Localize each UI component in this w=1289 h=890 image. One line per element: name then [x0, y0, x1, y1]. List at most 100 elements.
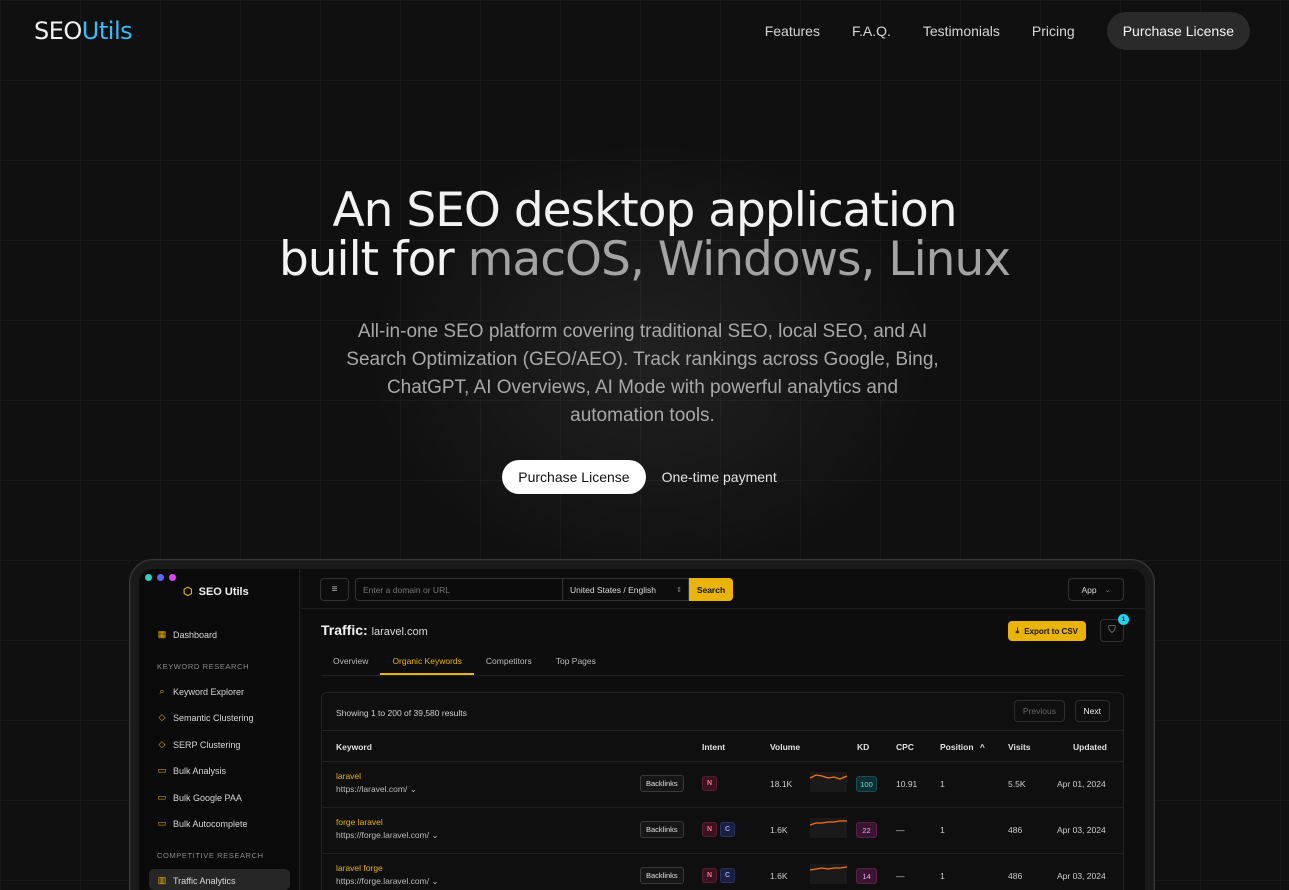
page-title-domain: laravel.com [371, 626, 428, 638]
logo[interactable]: SEOUtils [34, 17, 133, 45]
hero-title-line2-prefix: built for [278, 232, 468, 287]
search-icon: ⌕ [159, 686, 165, 696]
backlinks-button[interactable]: Backlinks [640, 821, 684, 838]
table-header: Keyword Intent Volume KD CPC Position ^ … [322, 730, 1123, 762]
filter-count-badge: 1 [1118, 614, 1129, 625]
keyword-url[interactable]: https://laravel.com/ ⌄ [336, 784, 417, 795]
position-value: 1 [940, 825, 945, 835]
intent-badge: N [702, 868, 717, 883]
sidebar-item-semantic-clustering[interactable]: ◇ Semantic Clustering [157, 712, 254, 723]
search-button[interactable]: Search [689, 578, 733, 601]
visits-value: 486 [1008, 825, 1023, 835]
nav-link-faq[interactable]: F.A.Q. [852, 23, 891, 39]
one-time-payment-note: One-time payment [661, 469, 777, 485]
keyword-url[interactable]: https://forge.laravel.com/ ⌄ [336, 876, 439, 887]
hero-title-line1: An SEO desktop application [332, 183, 957, 238]
col-updated[interactable]: Updated [1073, 742, 1107, 752]
hexagon-logo-icon: ⬡ [183, 586, 193, 598]
backlinks-button[interactable]: Backlinks [640, 867, 684, 884]
sidebar-item-label: Traffic Analytics [173, 875, 236, 886]
sidebar-item-label: Bulk Autocomplete [173, 818, 248, 829]
tab-organic-keywords[interactable]: Organic Keywords [380, 649, 474, 675]
export-csv-button[interactable]: ⤓ Export to CSV [1007, 621, 1086, 641]
col-cpc[interactable]: CPC [896, 742, 914, 752]
url-text: https://laravel.com/ [336, 784, 408, 794]
intent-badge: N [702, 822, 717, 837]
sidebar-item-label: Semantic Clustering [173, 712, 254, 723]
sidebar-item-serp-clustering[interactable]: ◇ SERP Clustering [157, 739, 241, 750]
sidebar-item-bulk-autocomplete[interactable]: ▭ Bulk Autocomplete [157, 818, 248, 829]
col-visits[interactable]: Visits [1008, 742, 1031, 752]
download-icon: ⤓ [1015, 626, 1020, 635]
keyword-link[interactable]: forge laravel [336, 817, 383, 827]
keyword-link[interactable]: laravel forge [336, 863, 383, 873]
tab-overview[interactable]: Overview [321, 649, 380, 675]
dashboard-icon: ▦ [157, 629, 167, 639]
app-brand-name: SEO Utils [198, 585, 249, 598]
chevron-updown-icon: ⇕ [676, 586, 682, 594]
sidebar-item-bulk-google-paa[interactable]: ▭ Bulk Google PAA [157, 792, 242, 803]
sort-up-icon: ^ [979, 742, 985, 752]
url-text: https://forge.laravel.com/ [336, 876, 430, 886]
table-row[interactable]: laravel https://laravel.com/ ⌄ Backlinks… [322, 762, 1123, 808]
tab-top-pages[interactable]: Top Pages [544, 649, 608, 675]
tag-icon: ◇ [158, 712, 166, 722]
traffic-tabs: Overview Organic Keywords Competitors To… [321, 649, 1124, 676]
menu-icon: ≡ [331, 584, 338, 595]
sidebar-section-competitive-research: COMPETITIVE RESEARCH [157, 851, 264, 860]
url-text: https://forge.laravel.com/ [336, 830, 430, 840]
updated-value: Apr 03, 2024 [1057, 871, 1106, 881]
nav-link-pricing[interactable]: Pricing [1032, 23, 1075, 39]
hero-purchase-button[interactable]: Purchase License [502, 460, 646, 494]
updated-value: Apr 03, 2024 [1057, 825, 1106, 835]
kd-badge: 100 [856, 776, 877, 792]
app-topbar: ≡ United States / English ⇕ Search App ⌄ [301, 569, 1145, 609]
col-intent[interactable]: Intent [702, 742, 725, 752]
col-volume[interactable]: Volume [770, 742, 800, 752]
cpc-value: — [896, 825, 905, 835]
app-menu-label: App [1081, 584, 1097, 595]
nav-link-features[interactable]: Features [765, 23, 820, 39]
keywords-table-card: Showing 1 to 200 of 39,580 results Previ… [321, 692, 1124, 890]
window-dot-3[interactable] [169, 574, 176, 581]
sidebar-item-label: Dashboard [173, 629, 218, 640]
hero-cta-row: Purchase License One-time payment [0, 460, 1289, 494]
col-kd[interactable]: KD [857, 742, 869, 752]
tag-icon: ◇ [158, 739, 166, 749]
nav-purchase-button[interactable]: Purchase License [1106, 12, 1250, 50]
keyword-url[interactable]: https://forge.laravel.com/ ⌄ [336, 830, 439, 841]
window-dot-1[interactable] [145, 574, 152, 581]
volume-value: 1.6K [770, 825, 788, 835]
table-row[interactable]: forge laravel https://forge.laravel.com/… [322, 808, 1123, 854]
locale-select[interactable]: United States / English ⇕ [563, 578, 689, 601]
sidebar-item-keyword-explorer[interactable]: ⌕ Keyword Explorer [157, 686, 244, 697]
backlinks-button[interactable]: Backlinks [640, 775, 684, 792]
nav-links: Features F.A.Q. Testimonials Pricing Pur… [765, 12, 1250, 50]
visits-value: 486 [1008, 871, 1023, 881]
intent-badge: C [720, 822, 735, 837]
nav-link-testimonials[interactable]: Testimonials [923, 23, 1000, 39]
page-title-prefix: Traffic: [321, 622, 368, 638]
tab-competitors[interactable]: Competitors [474, 649, 544, 675]
app-menu-button[interactable]: App ⌄ [1068, 578, 1124, 601]
volume-value: 18.1K [770, 779, 793, 789]
col-keyword[interactable]: Keyword [336, 742, 372, 752]
next-page-button[interactable]: Next [1074, 700, 1110, 722]
trend-sparkline [810, 818, 847, 838]
window-controls [145, 574, 181, 581]
export-csv-label: Export to CSV [1024, 626, 1078, 636]
chevron-down-icon: ⌄ [409, 784, 417, 794]
previous-page-button[interactable]: Previous [1013, 700, 1065, 722]
domain-search-input[interactable] [355, 578, 563, 601]
window-dot-2[interactable] [157, 574, 164, 581]
keyword-link[interactable]: laravel [336, 771, 361, 781]
intent-badge: N [702, 776, 717, 791]
sidebar-item-dashboard[interactable]: ▦ Dashboard [157, 629, 217, 640]
table-row[interactable]: laravel forge https://forge.laravel.com/… [322, 854, 1123, 890]
logo-text-seo: SEO [34, 17, 82, 45]
sidebar-item-traffic-analytics[interactable]: ▥ Traffic Analytics [157, 875, 236, 886]
menu-toggle-button[interactable]: ≡ [320, 578, 349, 601]
sidebar-item-bulk-analysis[interactable]: ▭ Bulk Analysis [157, 765, 226, 776]
chevron-down-icon: ⌄ [431, 876, 439, 886]
col-position[interactable]: Position ^ [940, 742, 985, 752]
